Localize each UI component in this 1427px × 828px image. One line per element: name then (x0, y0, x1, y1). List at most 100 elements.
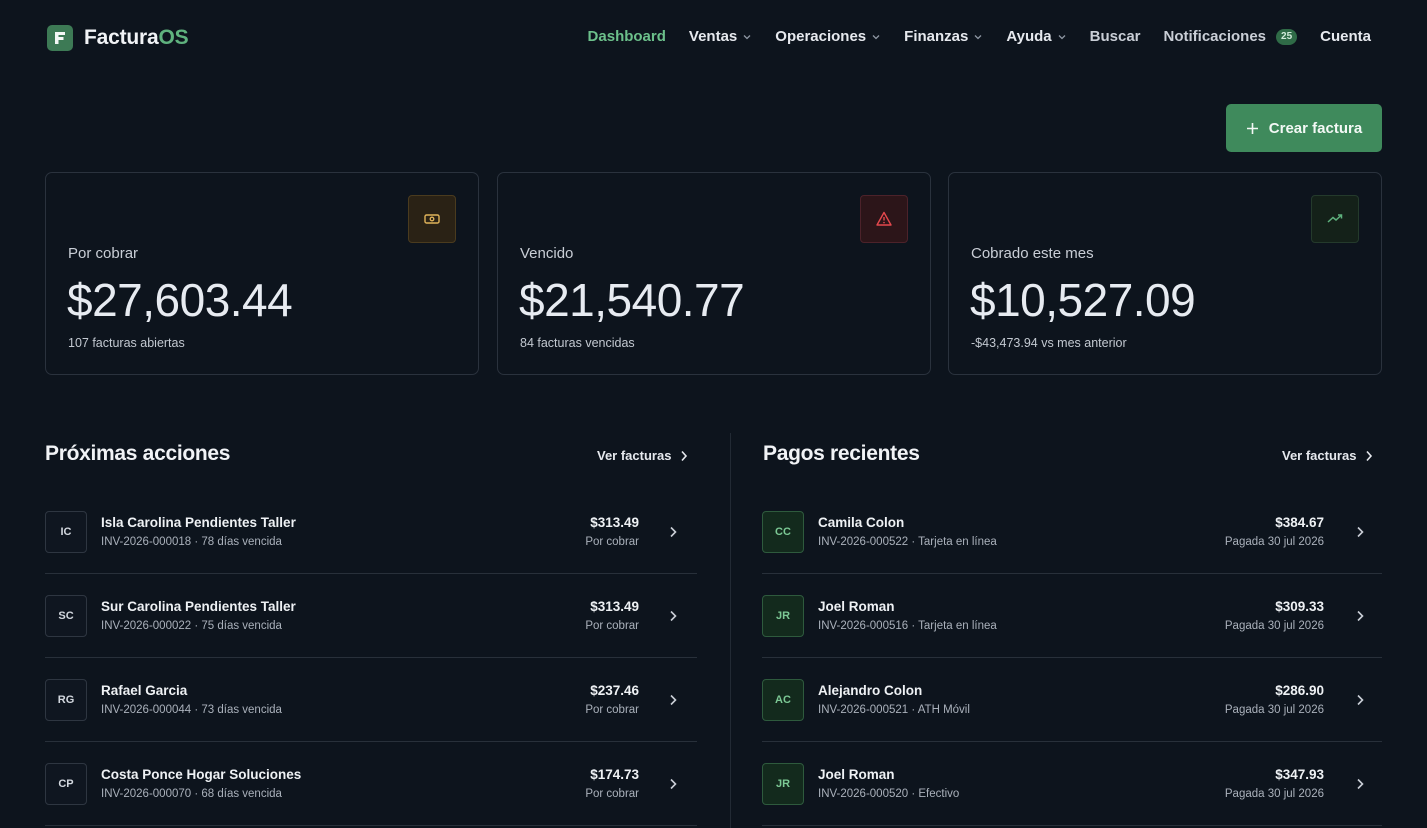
avatar: JR (762, 595, 804, 637)
warning-icon (860, 195, 908, 243)
avatar: SC (45, 595, 87, 637)
chevron-right-icon (670, 778, 677, 790)
invoice-status: Por cobrar (585, 788, 639, 800)
recent-payments-title: Pagos recientes (763, 442, 920, 465)
nav-buscar[interactable]: Buscar (1090, 28, 1141, 45)
client-name: Camila Colon (818, 515, 905, 530)
client-name: Joel Roman (818, 767, 895, 782)
invoice-meta: INV-2026-000070 · 68 días vencida (101, 788, 282, 800)
invoice-amount: $313.49 (590, 515, 639, 530)
brand-name: FacturaOS (84, 26, 189, 49)
brand-logo[interactable]: FacturaOS (47, 25, 189, 51)
logo-icon (47, 25, 73, 51)
avatar: RG (45, 679, 87, 721)
chevron-right-icon (1357, 610, 1364, 622)
invoice-amount: $313.49 (590, 599, 639, 614)
create-invoice-button[interactable]: Crear factura (1226, 104, 1382, 152)
stat-value: $27,603.44 (67, 274, 293, 326)
stat-label: Vencido (520, 245, 574, 262)
chevron-right-icon (1357, 526, 1364, 538)
stat-card-cobrado: Cobrado este mes $10,527.09 -$43,473.94 … (948, 172, 1382, 375)
client-name: Joel Roman (818, 599, 895, 614)
chevron-right-icon (670, 694, 677, 706)
payment-status: Pagada 30 jul 2026 (1224, 788, 1324, 800)
avatar: JR (762, 763, 804, 805)
section-divider (730, 433, 731, 828)
payment-amount: $286.90 (1275, 683, 1324, 698)
list-item[interactable]: JR Joel Roman INV-2026-000516 · Tarjeta … (762, 574, 1382, 658)
plus-icon (1246, 122, 1258, 134)
chevron-down-icon (743, 34, 751, 39)
stat-label: Por cobrar (68, 245, 139, 262)
payment-status: Pagada 30 jul 2026 (1224, 536, 1324, 548)
invoice-meta: INV-2026-000018 · 78 días vencida (101, 536, 282, 548)
stat-subtext: 107 facturas abiertas (68, 336, 185, 350)
client-name: Costa Ponce Hogar Soluciones (101, 767, 302, 782)
next-actions-view-invoices-link[interactable]: Ver facturas (597, 448, 688, 463)
stat-value: $21,540.77 (519, 274, 745, 326)
notification-count-badge: 25 (1276, 28, 1298, 45)
payment-status: Pagada 30 jul 2026 (1224, 620, 1324, 632)
invoice-status: Por cobrar (585, 620, 639, 632)
top-navbar: FacturaOS Dashboard Ventas Operaciones F… (0, 0, 1427, 76)
next-actions-title: Próximas acciones (45, 442, 231, 465)
chevron-down-icon (974, 34, 982, 39)
client-name: Isla Carolina Pendientes Taller (101, 515, 296, 530)
client-name: Rafael Garcia (101, 683, 188, 698)
list-item[interactable]: AC Alejandro Colon INV-2026-000521 · ATH… (762, 658, 1382, 742)
main-nav: Dashboard Ventas Operaciones Finanzas Ay… (588, 28, 1371, 45)
payment-meta: INV-2026-000521 · ATH Móvil (818, 704, 970, 716)
invoice-meta: INV-2026-000022 · 75 días vencida (101, 620, 282, 632)
client-name: Alejandro Colon (818, 683, 923, 698)
chevron-right-icon (670, 526, 677, 538)
invoice-status: Por cobrar (585, 704, 639, 716)
avatar: CC (762, 511, 804, 553)
stat-subtext: 84 facturas vencidas (520, 336, 635, 350)
list-item[interactable]: SC Sur Carolina Pendientes Taller INV-20… (45, 574, 697, 658)
list-item[interactable]: JR Joel Roman INV-2026-000520 · Efectivo… (762, 742, 1382, 826)
avatar: CP (45, 763, 87, 805)
chevron-right-icon (670, 610, 677, 622)
nav-operaciones[interactable]: Operaciones (775, 28, 881, 45)
nav-ayuda[interactable]: Ayuda (1006, 28, 1066, 45)
recent-payments-view-invoices-link[interactable]: Ver facturas (1282, 448, 1373, 463)
nav-ventas[interactable]: Ventas (689, 28, 752, 45)
payment-status: Pagada 30 jul 2026 (1224, 704, 1324, 716)
avatar: IC (45, 511, 87, 553)
list-item[interactable]: RG Rafael Garcia INV-2026-000044 · 73 dí… (45, 658, 697, 742)
chevron-down-icon (1058, 34, 1066, 39)
next-actions-list: IC Isla Carolina Pendientes Taller INV-2… (45, 490, 697, 826)
payment-meta: INV-2026-000522 · Tarjeta en línea (818, 536, 997, 548)
chevron-right-icon (1357, 778, 1364, 790)
payment-amount: $347.93 (1275, 767, 1324, 782)
chevron-right-icon (681, 450, 688, 461)
stat-card-vencido: Vencido $21,540.77 84 facturas vencidas (497, 172, 931, 375)
stat-subtext: -$43,473.94 vs mes anterior (971, 336, 1127, 350)
payment-amount: $384.67 (1275, 515, 1324, 530)
invoice-amount: $237.46 (590, 683, 639, 698)
nav-finanzas[interactable]: Finanzas (904, 28, 983, 45)
nav-dashboard[interactable]: Dashboard (588, 28, 666, 45)
list-item[interactable]: CC Camila Colon INV-2026-000522 · Tarjet… (762, 490, 1382, 574)
list-item[interactable]: IC Isla Carolina Pendientes Taller INV-2… (45, 490, 697, 574)
payment-amount: $309.33 (1275, 599, 1324, 614)
invoice-status: Por cobrar (585, 536, 639, 548)
recent-payments-list: CC Camila Colon INV-2026-000522 · Tarjet… (762, 490, 1382, 826)
nav-cuenta[interactable]: Cuenta (1320, 28, 1371, 45)
stat-label: Cobrado este mes (971, 245, 1094, 262)
chevron-right-icon (1357, 694, 1364, 706)
create-invoice-label: Crear factura (1268, 119, 1363, 137)
payment-meta: INV-2026-000516 · Tarjeta en línea (818, 620, 997, 632)
chevron-down-icon (872, 34, 880, 39)
avatar: AC (762, 679, 804, 721)
trending-up-icon (1311, 195, 1359, 243)
chevron-right-icon (1366, 450, 1373, 461)
stat-card-por-cobrar: Por cobrar $27,603.44 107 facturas abier… (45, 172, 479, 375)
money-icon (408, 195, 456, 243)
nav-notificaciones[interactable]: Notificaciones 25 (1164, 28, 1298, 45)
client-name: Sur Carolina Pendientes Taller (101, 599, 296, 614)
stat-value: $10,527.09 (970, 274, 1196, 326)
payment-meta: INV-2026-000520 · Efectivo (818, 788, 960, 800)
invoice-meta: INV-2026-000044 · 73 días vencida (101, 704, 282, 716)
list-item[interactable]: CP Costa Ponce Hogar Soluciones INV-2026… (45, 742, 697, 826)
